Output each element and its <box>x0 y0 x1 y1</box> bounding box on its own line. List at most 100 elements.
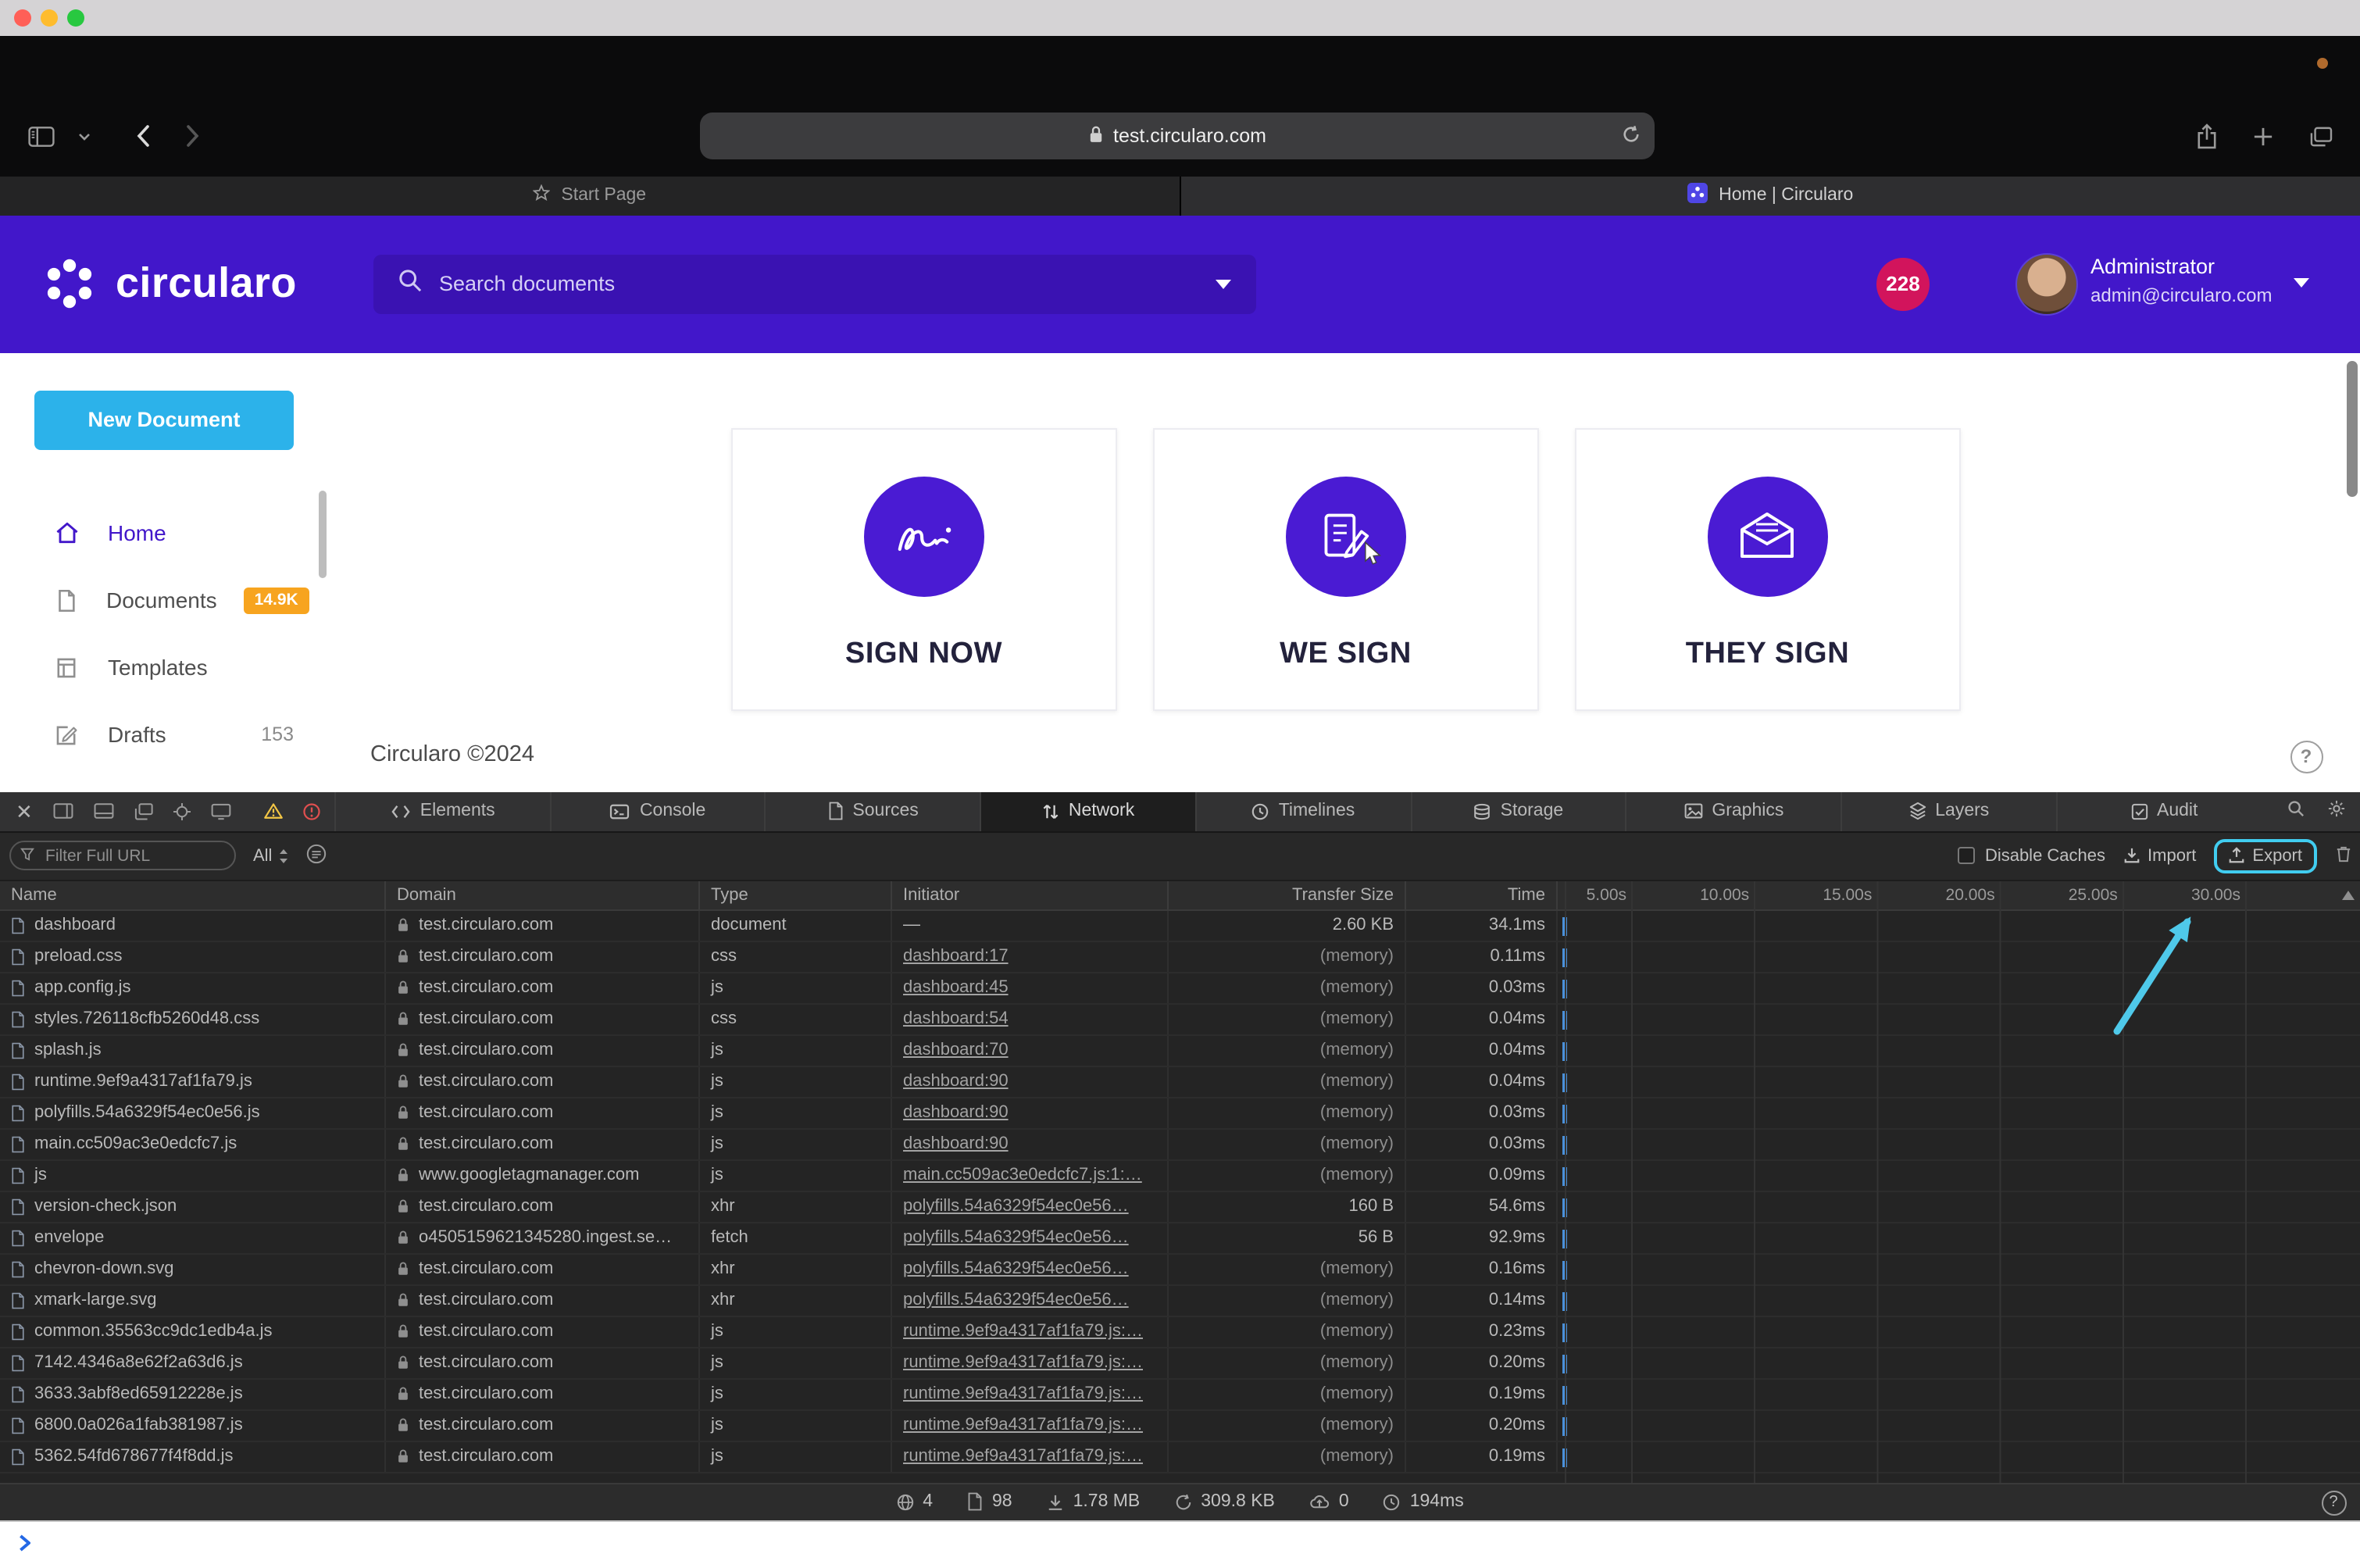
network-row[interactable]: 3633.3abf8ed65912228e.js test.circularo.c… <box>0 1379 2360 1410</box>
initiator-link[interactable]: dashboard:70 <box>903 1041 1009 1059</box>
card-they-sign[interactable]: THEY SIGN <box>1574 427 1961 710</box>
network-row[interactable]: js www.googletagmanager.com js main.cc509ac… <box>0 1160 2360 1191</box>
network-row[interactable]: styles.726118cfb5260d48.css test.circular… <box>0 1004 2360 1035</box>
network-row[interactable]: envelope o4505159621345280.ingest.se… fetc… <box>0 1223 2360 1254</box>
close-inspector-button[interactable]: ✕ <box>16 801 33 821</box>
sidebar-chevron-icon[interactable] <box>78 132 91 140</box>
initiator-link[interactable]: polyfills.54a6329f54ec0e56… <box>903 1228 1129 1247</box>
column-initiator[interactable]: Initiator <box>892 880 1169 909</box>
import-button[interactable]: Import <box>2123 846 2196 865</box>
network-row[interactable]: polyfills.54a6329f54ec0e56.js test.circul… <box>0 1098 2360 1129</box>
sidebar-item-home[interactable]: Home <box>0 499 331 566</box>
filter-input[interactable] <box>9 841 236 870</box>
initiator-link[interactable]: dashboard:45 <box>903 978 1009 997</box>
address-bar[interactable]: test.circularo.com <box>700 113 1655 159</box>
initiator-link[interactable]: dashboard:90 <box>903 1134 1009 1153</box>
back-button[interactable] <box>136 125 150 147</box>
tab-start-page[interactable]: Start Page <box>0 177 1181 215</box>
initiator-link[interactable]: dashboard:17 <box>903 947 1009 966</box>
network-row[interactable]: version-check.json test.circularo.com xhr p… <box>0 1191 2360 1223</box>
sidebar-item-documents[interactable]: Documents 14.9K <box>0 566 331 634</box>
resource-type-selector[interactable]: All <box>253 846 289 865</box>
device-display-icon[interactable] <box>211 802 231 820</box>
tab-home-circularo[interactable]: Home | Circularo <box>1180 177 2360 215</box>
card-we-sign[interactable]: WE SIGN <box>1152 427 1539 710</box>
sidebar-scrollbar[interactable] <box>319 490 327 577</box>
network-row[interactable]: 5362.54fd678677f4f8dd.js test.circularo.c… <box>0 1441 2360 1473</box>
network-row[interactable]: splash.js test.circularo.com js dashboard:7… <box>0 1035 2360 1066</box>
warnings-icon[interactable] <box>263 803 283 819</box>
inspector-settings-gear-icon[interactable] <box>2327 800 2344 822</box>
network-row[interactable]: runtime.9ef9a4317af1fa79.js test.circular… <box>0 1066 2360 1098</box>
network-row[interactable]: preload.css test.circularo.com css dashboar… <box>0 941 2360 973</box>
new-tab-icon[interactable] <box>2252 126 2273 146</box>
network-row[interactable]: main.cc509ac3e0edcfc7.js test.circularo.c… <box>0 1129 2360 1160</box>
inspector-tab-timelines[interactable]: Timelines <box>1194 791 1410 830</box>
notification-badge[interactable]: 228 <box>1876 257 1930 310</box>
network-row[interactable]: 7142.4346a8e62f2a63d6.js test.circularo.c… <box>0 1348 2360 1379</box>
sidebar-toggle-icon[interactable] <box>28 126 55 146</box>
quick-console[interactable] <box>0 1520 2360 1568</box>
initiator-link[interactable]: polyfills.54a6329f54ec0e56… <box>903 1197 1129 1216</box>
card-sign-now[interactable]: SIGN NOW <box>730 427 1117 710</box>
search-options-caret-icon[interactable] <box>1216 279 1231 288</box>
share-icon[interactable] <box>2196 123 2216 149</box>
element-picker-icon[interactable] <box>173 802 191 820</box>
errors-icon[interactable] <box>303 802 320 820</box>
user-menu[interactable]: Administrator admin@circularo.com <box>2090 254 2272 305</box>
inspector-tab-sources[interactable]: Sources <box>764 791 980 830</box>
inspector-help-button[interactable]: ? <box>2321 1490 2346 1515</box>
initiator-link[interactable]: runtime.9ef9a4317af1fa79.js:… <box>903 1416 1143 1434</box>
dock-bottom-icon[interactable] <box>94 803 114 819</box>
minimize-window-button[interactable] <box>41 9 58 27</box>
clear-network-trash-icon[interactable] <box>2335 845 2351 866</box>
circularo-logo[interactable]: circularo <box>41 215 297 352</box>
network-row[interactable]: chevron-down.svg test.circularo.com xhr pol… <box>0 1254 2360 1285</box>
initiator-link[interactable]: dashboard:54 <box>903 1009 1009 1028</box>
sidebar-item-drafts[interactable]: Drafts 153 <box>0 701 331 768</box>
initiator-link[interactable]: dashboard:90 <box>903 1072 1009 1091</box>
initiator-link[interactable]: runtime.9ef9a4317af1fa79.js:… <box>903 1384 1143 1403</box>
search-input[interactable] <box>439 272 1198 295</box>
inspector-tab-layers[interactable]: Layers <box>1841 791 2055 830</box>
inspector-search-icon[interactable] <box>2287 800 2304 822</box>
network-row[interactable]: xmark-large.svg test.circularo.com xhr poly… <box>0 1285 2360 1316</box>
inspector-tab-network[interactable]: Network <box>980 791 1195 830</box>
inspector-tab-console[interactable]: Console <box>549 791 764 830</box>
column-time[interactable]: Time <box>1406 880 1558 909</box>
inspector-tab-audit[interactable]: Audit <box>2055 791 2271 830</box>
initiator-link[interactable]: dashboard:90 <box>903 1103 1009 1122</box>
zoom-window-button[interactable] <box>67 9 84 27</box>
new-document-button[interactable]: New Document <box>34 390 294 449</box>
column-domain[interactable]: Domain <box>386 880 700 909</box>
initiator-link[interactable]: runtime.9ef9a4317af1fa79.js:… <box>903 1447 1143 1466</box>
reload-icon[interactable] <box>1622 125 1641 148</box>
column-name[interactable]: Name <box>0 880 386 909</box>
group-media-requests-icon[interactable] <box>306 843 327 868</box>
inspector-tab-graphics[interactable]: Graphics <box>1625 791 1841 830</box>
user-avatar[interactable] <box>2015 252 2078 315</box>
close-window-button[interactable] <box>14 9 31 27</box>
user-menu-caret-icon[interactable] <box>2294 277 2309 287</box>
initiator-link[interactable]: polyfills.54a6329f54ec0e56… <box>903 1259 1129 1278</box>
column-type[interactable]: Type <box>700 880 892 909</box>
export-button[interactable]: Export <box>2227 846 2302 865</box>
page-scrollbar[interactable] <box>2346 361 2357 497</box>
inspector-tab-storage[interactable]: Storage <box>1410 791 1625 830</box>
document-search-bar[interactable] <box>373 254 1256 313</box>
tab-overview-icon[interactable] <box>2308 126 2332 146</box>
network-row[interactable]: app.config.js test.circularo.com js dashboa… <box>0 973 2360 1004</box>
initiator-link[interactable]: polyfills.54a6329f54ec0e56… <box>903 1291 1129 1309</box>
inspector-tab-elements[interactable]: Elements <box>334 791 549 830</box>
detach-window-icon[interactable] <box>134 802 153 820</box>
initiator-link[interactable]: main.cc509ac3e0edcfc7.js:1:… <box>903 1166 1142 1184</box>
network-row[interactable]: dashboard test.circularo.com document — 2.60… <box>0 910 2360 941</box>
column-transfer-size[interactable]: Transfer Size <box>1169 880 1406 909</box>
network-row[interactable]: 6800.0a026a1fab381987.js test.circularo.c… <box>0 1410 2360 1441</box>
help-button[interactable]: ? <box>2290 740 2323 773</box>
network-row[interactable]: common.35563cc9dc1edb4a.js test.circularo… <box>0 1316 2360 1348</box>
forward-button[interactable] <box>186 125 200 147</box>
sidebar-item-templates[interactable]: Templates <box>0 634 331 701</box>
initiator-link[interactable]: runtime.9ef9a4317af1fa79.js:… <box>903 1353 1143 1372</box>
disable-caches-toggle[interactable]: Disable Caches <box>1958 846 2105 865</box>
